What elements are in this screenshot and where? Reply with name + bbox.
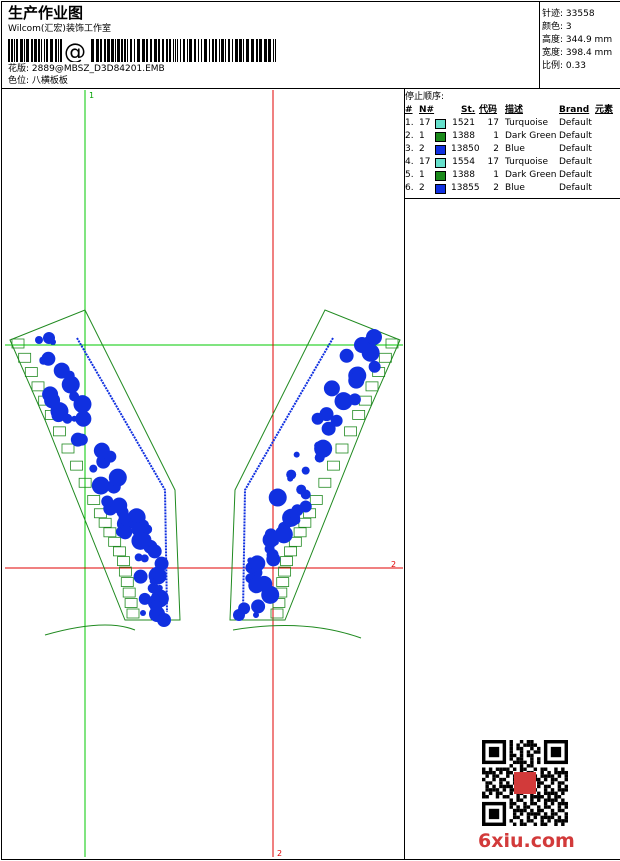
site-watermark: 6xiu.com xyxy=(478,830,575,852)
table-row: 2. 1 1388 1 Dark Green Default xyxy=(405,131,592,142)
stat-height: 高度: 344.9 mm xyxy=(542,35,613,45)
red-guide-label: 2 xyxy=(391,560,396,569)
barcode-at-glyph: @ xyxy=(64,40,86,62)
color-swatch xyxy=(435,158,446,168)
table-row: 6. 2 13855 2 Blue Default xyxy=(405,183,592,194)
color-swatch xyxy=(435,119,446,129)
color-swatch xyxy=(435,184,446,194)
color-swatch xyxy=(435,145,446,155)
stop-sequence-table: # N# St. 代码 描述 Brand 元素 1. 17 1521 17 Turquo… xyxy=(405,104,619,195)
stats-divider xyxy=(539,2,540,88)
table-row: 4. 17 1554 17 Turquoise Default xyxy=(405,157,592,168)
design-value: 2889@MBSZ_D3D84201.EMB xyxy=(31,64,165,74)
colorpos-value: 八横板板 xyxy=(31,76,68,86)
stat-stitches: 针迹: 33558 xyxy=(542,9,595,19)
page-title: 生产作业图 xyxy=(8,4,84,22)
header-divider xyxy=(2,88,620,89)
table-bottom-line xyxy=(404,198,620,199)
green-guide-label: 1 xyxy=(89,91,94,100)
table-row: 5. 1 1388 1 Dark Green Default xyxy=(405,170,592,181)
qr-code-icon xyxy=(482,740,568,826)
left-bottom-curve xyxy=(44,624,136,636)
right-collar-panel xyxy=(229,309,401,621)
table-row: 3. 2 13850 2 Blue Default xyxy=(405,144,592,155)
embroidery-preview: 1 2 2 xyxy=(5,90,403,857)
stop-sequence-title: 停止顺序: xyxy=(405,92,445,102)
color-swatch xyxy=(435,132,446,142)
panel-divider xyxy=(404,88,405,859)
stat-scale: 比例: 0.33 xyxy=(542,61,586,71)
color-position-line: 色位: 八横板板 xyxy=(8,76,68,87)
stats-panel: 针迹: 33558 颜色: 3 高度: 344.9 mm 宽度: 398.4 m… xyxy=(542,8,612,73)
production-sheet: 生产作业图 Wilcom(汇宏)装饰工作室 @ 花版: 2889@MBSZ_D3… xyxy=(1,1,620,860)
barcode-icon: @ xyxy=(8,39,276,62)
design-file-line: 花版: 2889@MBSZ_D3D84201.EMB xyxy=(8,64,165,75)
stat-width: 宽度: 398.4 mm xyxy=(542,48,613,58)
company-name: Wilcom(汇宏)装饰工作室 xyxy=(8,24,111,34)
red-guide-label-bottom: 2 xyxy=(277,849,282,857)
table-row: 1. 17 1521 17 Turquoise Default xyxy=(405,118,592,129)
design-label: 花版: xyxy=(8,64,30,74)
table-header: # N# St. 代码 描述 Brand 元素 xyxy=(405,105,614,115)
right-bottom-curve xyxy=(232,625,362,639)
color-swatch xyxy=(435,171,446,181)
left-collar-panel xyxy=(9,309,181,627)
colorpos-label: 色位: xyxy=(8,76,30,86)
stat-colors: 颜色: 3 xyxy=(542,22,572,32)
